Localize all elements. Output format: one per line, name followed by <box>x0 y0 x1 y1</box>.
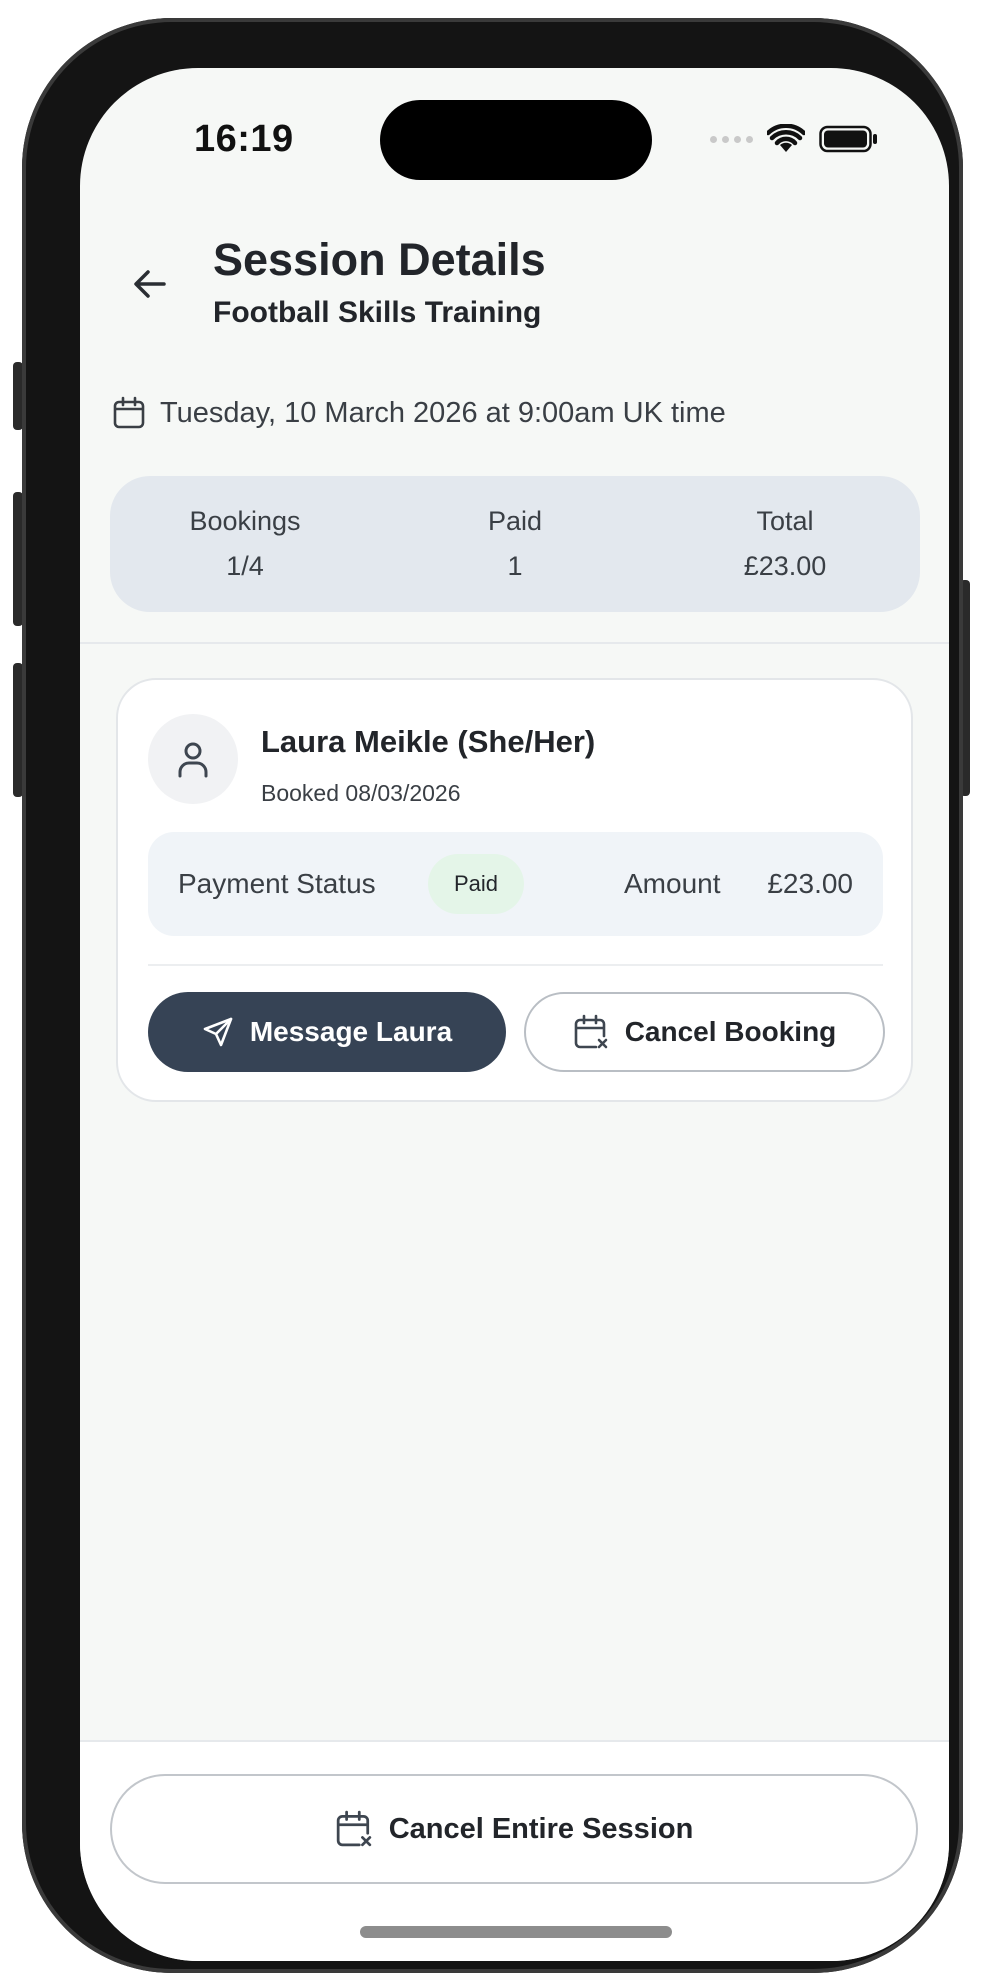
summary-paid: Paid 1 <box>380 476 650 612</box>
bookings-label: Bookings <box>189 506 301 536</box>
total-label: Total <box>756 506 814 536</box>
booking-summary: Bookings 1/4 Paid 1 Total £23.00 <box>110 476 920 612</box>
message-attendee-button[interactable]: Message Laura <box>148 992 506 1072</box>
paid-value: 1 <box>507 551 523 581</box>
page-subtitle: Football Skills Training <box>213 296 542 329</box>
bottom-divider <box>80 1740 949 1742</box>
booking-card: Laura Meikle (She/Her) Booked 08/03/2026… <box>116 678 913 1102</box>
cellular-signal-icon <box>710 135 753 143</box>
amount-label: Amount <box>624 868 721 899</box>
arrow-left-icon <box>134 270 166 298</box>
wifi-icon <box>767 124 805 152</box>
summary-total: Total £23.00 <box>650 476 920 612</box>
card-divider <box>148 964 883 966</box>
page-title: Session Details <box>213 234 546 285</box>
payment-panel: Payment Status Paid Amount £23.00 <box>148 832 883 936</box>
summary-bookings: Bookings 1/4 <box>110 476 380 612</box>
bookings-value: 1/4 <box>226 551 264 581</box>
calendar-x-icon <box>336 1810 371 1847</box>
dynamic-island <box>380 100 652 180</box>
status-time: 16:19 <box>194 118 294 160</box>
user-icon <box>178 742 208 778</box>
send-icon <box>203 1017 233 1047</box>
section-divider <box>80 642 949 644</box>
booked-date: Booked 08/03/2026 <box>261 780 461 806</box>
calendar-x-icon <box>574 1014 608 1049</box>
cancel-booking-button[interactable]: Cancel Booking <box>524 992 885 1072</box>
message-button-label: Message Laura <box>249 1016 453 1047</box>
cancel-session-button[interactable]: Cancel Entire Session <box>110 1774 918 1884</box>
paid-label: Paid <box>487 506 543 536</box>
home-indicator[interactable] <box>360 1926 672 1938</box>
cancel-booking-label: Cancel Booking <box>624 1016 837 1047</box>
battery-icon <box>819 125 877 153</box>
back-button[interactable] <box>120 254 180 314</box>
session-date-row: Tuesday, 10 March 2026 at 9:00am UK time <box>112 396 726 430</box>
total-value: £23.00 <box>743 551 827 581</box>
avatar <box>148 714 238 804</box>
payment-status-label: Payment Status <box>178 868 376 899</box>
calendar-icon <box>113 396 145 429</box>
session-date: Tuesday, 10 March 2026 at 9:00am UK time <box>160 396 726 429</box>
attendee-name: Laura Meikle (She/Her) <box>261 724 596 759</box>
status-icons <box>710 124 879 154</box>
amount-value: £23.00 <box>767 868 853 899</box>
status-badge: Paid <box>428 854 524 914</box>
cancel-session-label: Cancel Entire Session <box>388 1812 694 1845</box>
phone-frame: 16:19 Session Details Football Skills Tr… <box>22 18 963 1973</box>
app-screen: 16:19 Session Details Football Skills Tr… <box>80 68 949 1961</box>
